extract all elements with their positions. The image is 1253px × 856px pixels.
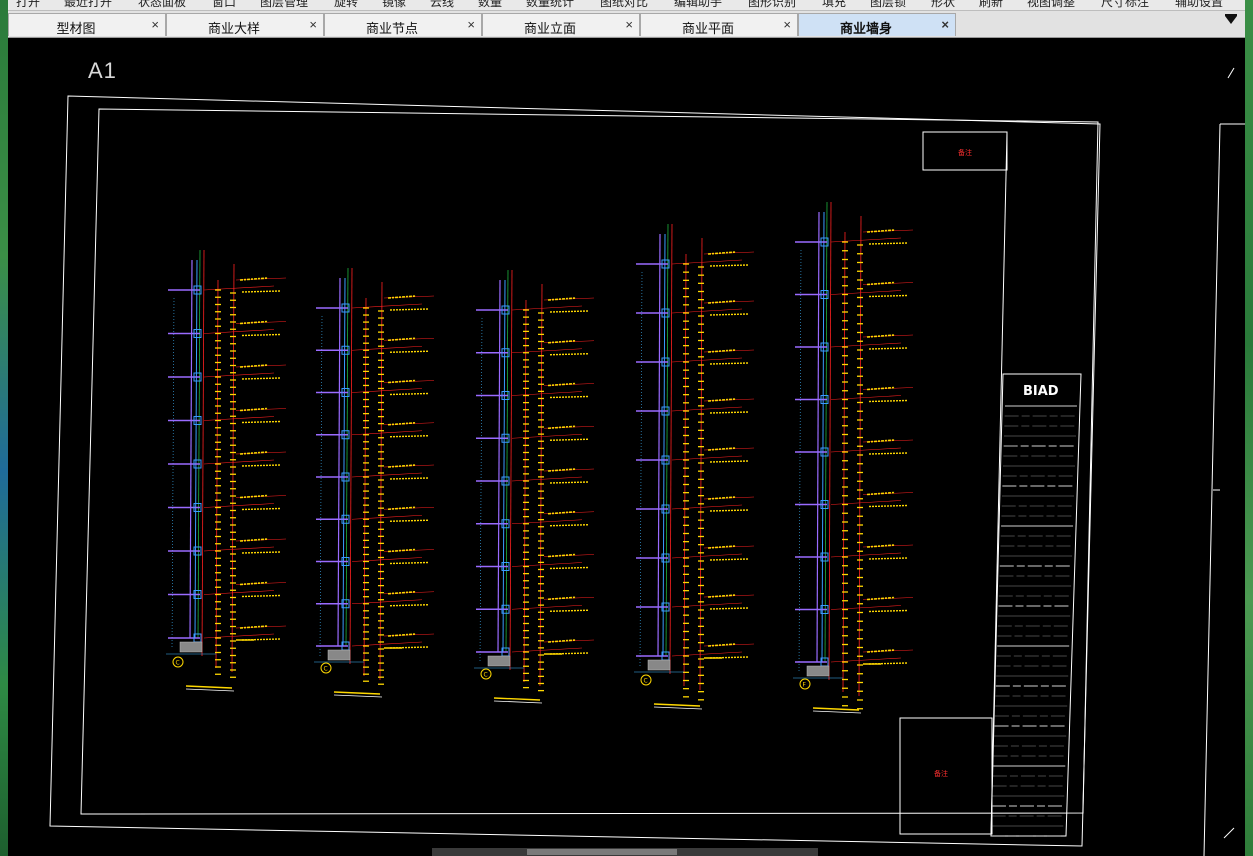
menu-item[interactable]: 云线 bbox=[430, 0, 454, 10]
tab-label: 商业立面 bbox=[523, 21, 576, 36]
menu-item[interactable]: 图纸对比 bbox=[600, 0, 648, 10]
menu-item[interactable]: 图层管理 bbox=[260, 0, 308, 10]
tab-label: 商业节点 bbox=[365, 21, 418, 36]
tab-label: 商业墙身 bbox=[839, 21, 892, 36]
cad-drawing-canvas[interactable]: A1 备注 备注 BIAD C C C C F bbox=[8, 38, 1245, 856]
section-marker-label: C bbox=[324, 666, 328, 673]
close-icon[interactable]: × bbox=[625, 17, 633, 32]
tab-0[interactable]: 型材图 × bbox=[8, 13, 166, 36]
tab-label: 商业平面 bbox=[681, 21, 734, 36]
menu-item[interactable]: 视图调整 bbox=[1027, 0, 1075, 10]
stamp-box-top-label: 备注 bbox=[958, 148, 972, 157]
tab-2[interactable]: 商业节点 × bbox=[324, 13, 482, 36]
sheet-inner-frame bbox=[80, 108, 1099, 815]
sheet-outer-frame bbox=[49, 95, 1101, 847]
tab-3[interactable]: 商业立面 × bbox=[482, 13, 640, 36]
horizontal-scrollbar[interactable] bbox=[432, 848, 818, 856]
wall-sections: C C C C F bbox=[166, 201, 914, 714]
tab-4[interactable]: 商业平面 × bbox=[640, 13, 798, 36]
sheet-size-label: A1 bbox=[88, 58, 117, 83]
firm-logo: BIAD bbox=[1023, 384, 1059, 399]
scrollbar-thumb[interactable] bbox=[527, 849, 677, 855]
menu-item[interactable]: 尺寸标注 bbox=[1101, 0, 1149, 10]
close-icon[interactable]: × bbox=[941, 17, 949, 32]
menu-item[interactable]: 数量统计 bbox=[526, 0, 574, 10]
menu-item[interactable]: 窗口 bbox=[212, 0, 236, 10]
close-icon[interactable]: × bbox=[467, 17, 475, 32]
stamp-box-bottom-label: 备注 bbox=[934, 769, 948, 778]
menu-item[interactable]: 数量 bbox=[478, 0, 502, 10]
menu-item[interactable]: 刷新 bbox=[979, 0, 1003, 10]
menu-item[interactable]: 最近打开 bbox=[64, 0, 112, 10]
menu-item[interactable]: 打开 bbox=[16, 0, 40, 10]
cad-drawing: 备注 备注 BIAD C C C C F bbox=[49, 67, 1245, 856]
menu-item[interactable]: 状态面板 bbox=[138, 0, 186, 10]
tab-bar: 型材图 × 商业大样 × 商业节点 × 商业立面 × 商业平面 × 商业墙身 × bbox=[8, 11, 1245, 38]
close-icon[interactable]: × bbox=[309, 17, 317, 32]
close-icon[interactable]: × bbox=[151, 17, 159, 32]
menu-item[interactable]: 形状 bbox=[931, 0, 955, 10]
close-icon[interactable]: × bbox=[783, 17, 791, 32]
menu-item[interactable]: 辅助设置 bbox=[1175, 0, 1223, 10]
menu-item[interactable]: 镜像 bbox=[382, 0, 406, 10]
menu-item[interactable]: 旋转 bbox=[334, 0, 358, 10]
menu-item[interactable]: 编辑助手 bbox=[674, 0, 722, 10]
dropdown-arrow-icon[interactable] bbox=[1225, 16, 1237, 24]
section-marker-label: C bbox=[176, 660, 180, 667]
menu-item[interactable]: 图形识别 bbox=[748, 0, 796, 10]
section-marker-label: C bbox=[484, 672, 488, 679]
section-marker-label: F bbox=[803, 682, 807, 689]
section-marker-label: C bbox=[644, 678, 648, 685]
tab-1[interactable]: 商业大样 × bbox=[166, 13, 324, 36]
desktop-background-left bbox=[0, 0, 8, 856]
title-block: BIAD bbox=[990, 373, 1082, 837]
tab-label: 型材图 bbox=[56, 21, 96, 36]
menu-item[interactable]: 填充 bbox=[822, 0, 846, 10]
tab-label: 商业大样 bbox=[207, 21, 260, 36]
tab-5[interactable]: 商业墙身 × bbox=[798, 13, 956, 36]
menu-bar: 打开 最近打开 状态面板 窗口 图层管理 旋转 镜像 云线 数量 数量统计 图纸对比 编辑助手 图形识别… bbox=[8, 0, 1245, 11]
desktop-background-right bbox=[1245, 0, 1253, 856]
menu-item[interactable]: 图层锁 bbox=[870, 0, 906, 10]
